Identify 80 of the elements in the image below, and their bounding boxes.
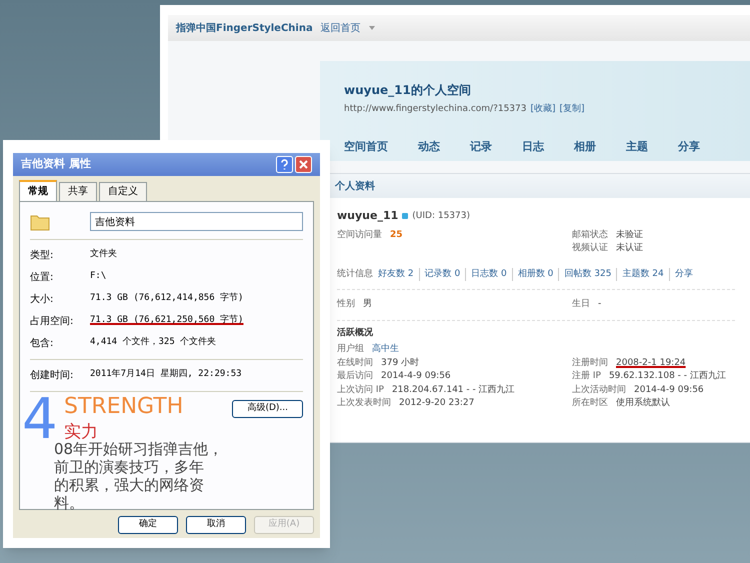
activity-heading: 活跃概况 <box>337 326 374 340</box>
stat-link[interactable]: 回帖数 325 <box>558 268 612 281</box>
online-icon <box>402 213 408 220</box>
dialog-title: 吉他资料 属性 <box>21 156 92 172</box>
property-value: 71.3 GB (76,621,250,560 字节) <box>90 314 244 327</box>
info-label: 用户组 <box>337 343 364 356</box>
url-action-link[interactable]: [复制] <box>560 103 585 116</box>
nav-tab[interactable]: 分享 <box>678 138 700 155</box>
dialog-button[interactable]: 取消 <box>186 516 246 534</box>
slide-description: 08年开始研习指弹吉他， 前卫的演奏技巧，多年 的积累，强大的网络资 料。 <box>54 440 224 512</box>
info-value: 使用系统默认 <box>616 397 670 410</box>
url-action-link[interactable]: [收藏] <box>530 103 556 116</box>
info-value: 379 小时 <box>381 356 420 370</box>
property-value: 2011年7月14日 星期四, 22:29:53 <box>90 368 242 381</box>
slide-heading: STRENGTH <box>64 396 184 418</box>
info-value: 男 <box>363 298 372 311</box>
help-icon[interactable] <box>276 156 293 173</box>
dialog-tab[interactable]: 常规 <box>19 180 57 201</box>
info-value: 59.62.132.108 - - 江西九江 <box>608 370 726 383</box>
dialog-tab[interactable]: 共享 <box>59 182 97 201</box>
info-label: 统计信息 <box>337 268 373 280</box>
stat-link[interactable]: 相册数 0 <box>512 268 554 281</box>
property-value: 71.3 GB (76,612,414,856 字节) <box>90 292 244 305</box>
property-label: 大小: <box>30 292 54 307</box>
nav-tab[interactable]: 主题 <box>626 138 648 155</box>
username: wuyue_11 <box>337 208 398 224</box>
info-label: 所在时区 <box>572 397 608 410</box>
nav-tab[interactable]: 日志 <box>522 138 544 155</box>
info-label: 上次访问 IP <box>337 384 384 396</box>
nav-tab[interactable]: 空间首页 <box>344 138 388 155</box>
nav-tab[interactable]: 记录 <box>470 138 492 155</box>
uid-text: (UID: 15373) <box>412 210 470 222</box>
property-label: 占用空间: <box>30 314 74 329</box>
stat-link[interactable]: 日志数 0 <box>465 268 507 281</box>
info-label: 生日 <box>572 298 590 311</box>
info-label: 视频认证 <box>572 242 608 255</box>
info-value: - <box>598 298 602 311</box>
property-label: 位置: <box>30 270 54 285</box>
info-value: 未验证 <box>616 228 643 242</box>
property-value: 文件夹 <box>90 248 117 261</box>
space-url: http://www.fingerstylechina.com/?15373 <box>344 103 526 116</box>
info-label: 上次发表时间 <box>337 397 391 410</box>
info-label: 注册 IP <box>572 370 601 383</box>
folder-icon <box>30 212 50 230</box>
property-label: 创建时间: <box>30 368 74 383</box>
stat-link[interactable]: 好友数 2 <box>378 268 414 281</box>
dialog-button[interactable]: 确定 <box>118 516 178 534</box>
advanced-button[interactable]: 高级(D)... <box>232 400 303 418</box>
caret-icon <box>368 26 375 30</box>
info-label: 注册时间 <box>572 356 608 370</box>
dialog-tab[interactable]: 自定义 <box>99 182 147 201</box>
info-value: 未认证 <box>616 242 643 255</box>
stat-link[interactable]: 分享 <box>668 268 693 281</box>
nav-tab[interactable]: 动态 <box>418 138 440 155</box>
info-label: 上次活动时间 <box>572 384 626 396</box>
space-title: wuyue_11的个人空间 <box>344 82 472 99</box>
close-icon[interactable] <box>295 156 312 173</box>
property-value: 4,414 个文件，325 个文件夹 <box>90 336 216 349</box>
info-value: 2014-4-9 09:56 <box>634 384 704 396</box>
info-label: 空间访问量 <box>337 228 382 242</box>
property-label: 类型: <box>30 248 54 263</box>
visit-count: 25 <box>390 228 403 242</box>
info-label: 最后访问 <box>337 370 373 383</box>
home-link[interactable]: 返回首页 <box>320 20 361 36</box>
slide-subheading: 实力 <box>64 424 98 441</box>
stat-link[interactable]: 主题数 24 <box>616 268 664 281</box>
stat-link[interactable]: 记录数 0 <box>418 268 460 281</box>
site-brand[interactable]: 指弹中国FingerStyleChina <box>176 20 313 36</box>
property-value: F:\ <box>90 270 106 283</box>
user-group-link[interactable]: 高中生 <box>372 343 399 356</box>
info-value: 2008-2-1 19:24 <box>616 356 686 370</box>
info-value: 218.204.67.141 - - 江西九江 <box>392 384 515 396</box>
info-value: 2014-4-9 09:56 <box>381 370 451 383</box>
info-label: 在线时间 <box>337 356 373 370</box>
name-field[interactable]: 吉他资料 <box>90 212 303 231</box>
nav-tab[interactable]: 相册 <box>574 138 596 155</box>
info-label: 性别 <box>337 298 355 311</box>
property-label: 包含: <box>30 336 54 351</box>
info-value: 2012-9-20 23:27 <box>399 397 474 410</box>
info-label: 邮箱状态 <box>572 228 608 242</box>
